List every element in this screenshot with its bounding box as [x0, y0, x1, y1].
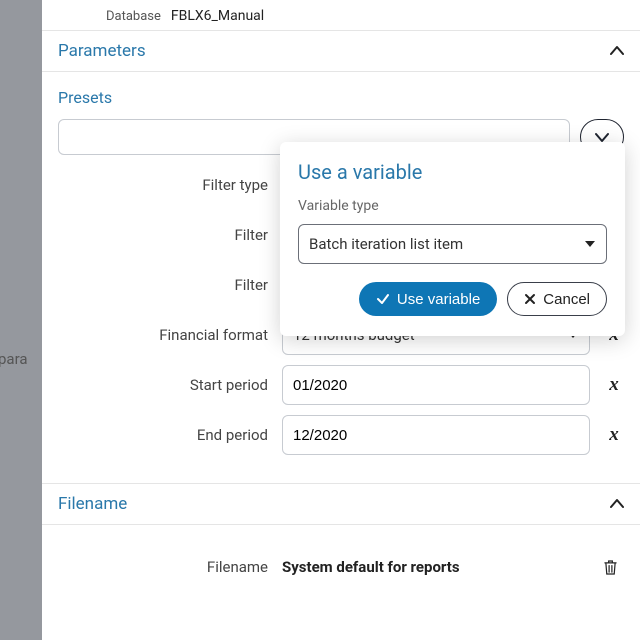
label-financial-format: Financial format: [58, 326, 268, 344]
chevron-up-icon: [610, 497, 624, 511]
database-label: Database: [106, 9, 161, 24]
cancel-button[interactable]: Cancel: [507, 282, 607, 316]
label-filename: Filename: [58, 558, 268, 576]
close-icon: [524, 293, 536, 305]
cancel-label: Cancel: [543, 291, 590, 308]
label-filter-2: Filter: [58, 276, 268, 294]
database-value: FBLX6_Manual: [171, 8, 264, 24]
row-filename: Filename System default for reports: [58, 547, 624, 587]
label-filter: Filter: [58, 226, 268, 244]
check-icon: [376, 292, 390, 306]
variable-type-value: Batch iteration list item: [309, 235, 463, 253]
filename-title: Filename: [58, 494, 127, 514]
variable-toggle[interactable]: x: [604, 374, 624, 396]
database-row: Database FBLX6_Manual: [42, 0, 640, 30]
chevron-up-icon: [610, 44, 624, 58]
delete-filename-button[interactable]: [604, 560, 624, 575]
variable-type-select[interactable]: Batch iteration list item: [298, 224, 607, 264]
end-period-input[interactable]: [282, 415, 590, 455]
popover-title: Use a variable: [298, 160, 607, 184]
popover-actions: Use variable Cancel: [298, 282, 607, 316]
trash-icon: [604, 560, 624, 575]
use-variable-label: Use variable: [397, 291, 480, 308]
main-panel: Database FBLX6_Manual Parameters Presets: [42, 0, 640, 640]
filename-body: Filename System default for reports: [42, 524, 640, 615]
use-variable-button[interactable]: Use variable: [359, 282, 497, 316]
start-period-input[interactable]: [282, 365, 590, 405]
label-end-period: End period: [58, 426, 268, 444]
caret-down-icon: [584, 238, 596, 250]
label-start-period: Start period: [58, 376, 268, 394]
label-filter-type: Filter type: [58, 176, 268, 194]
truncated-outside-text: para: [0, 350, 28, 368]
left-gutter: para: [0, 0, 42, 640]
parameters-header[interactable]: Parameters: [42, 30, 640, 72]
filename-value: System default for reports: [282, 558, 460, 576]
presets-label: Presets: [58, 88, 624, 107]
variable-toggle[interactable]: x: [604, 424, 624, 446]
filename-header[interactable]: Filename: [42, 483, 640, 524]
parameters-title: Parameters: [58, 41, 146, 61]
use-variable-popover: Use a variable Variable type Batch itera…: [280, 142, 625, 336]
popover-type-label: Variable type: [298, 198, 607, 214]
row-start-period: Start period x: [58, 365, 624, 405]
row-end-period: End period x: [58, 415, 624, 455]
